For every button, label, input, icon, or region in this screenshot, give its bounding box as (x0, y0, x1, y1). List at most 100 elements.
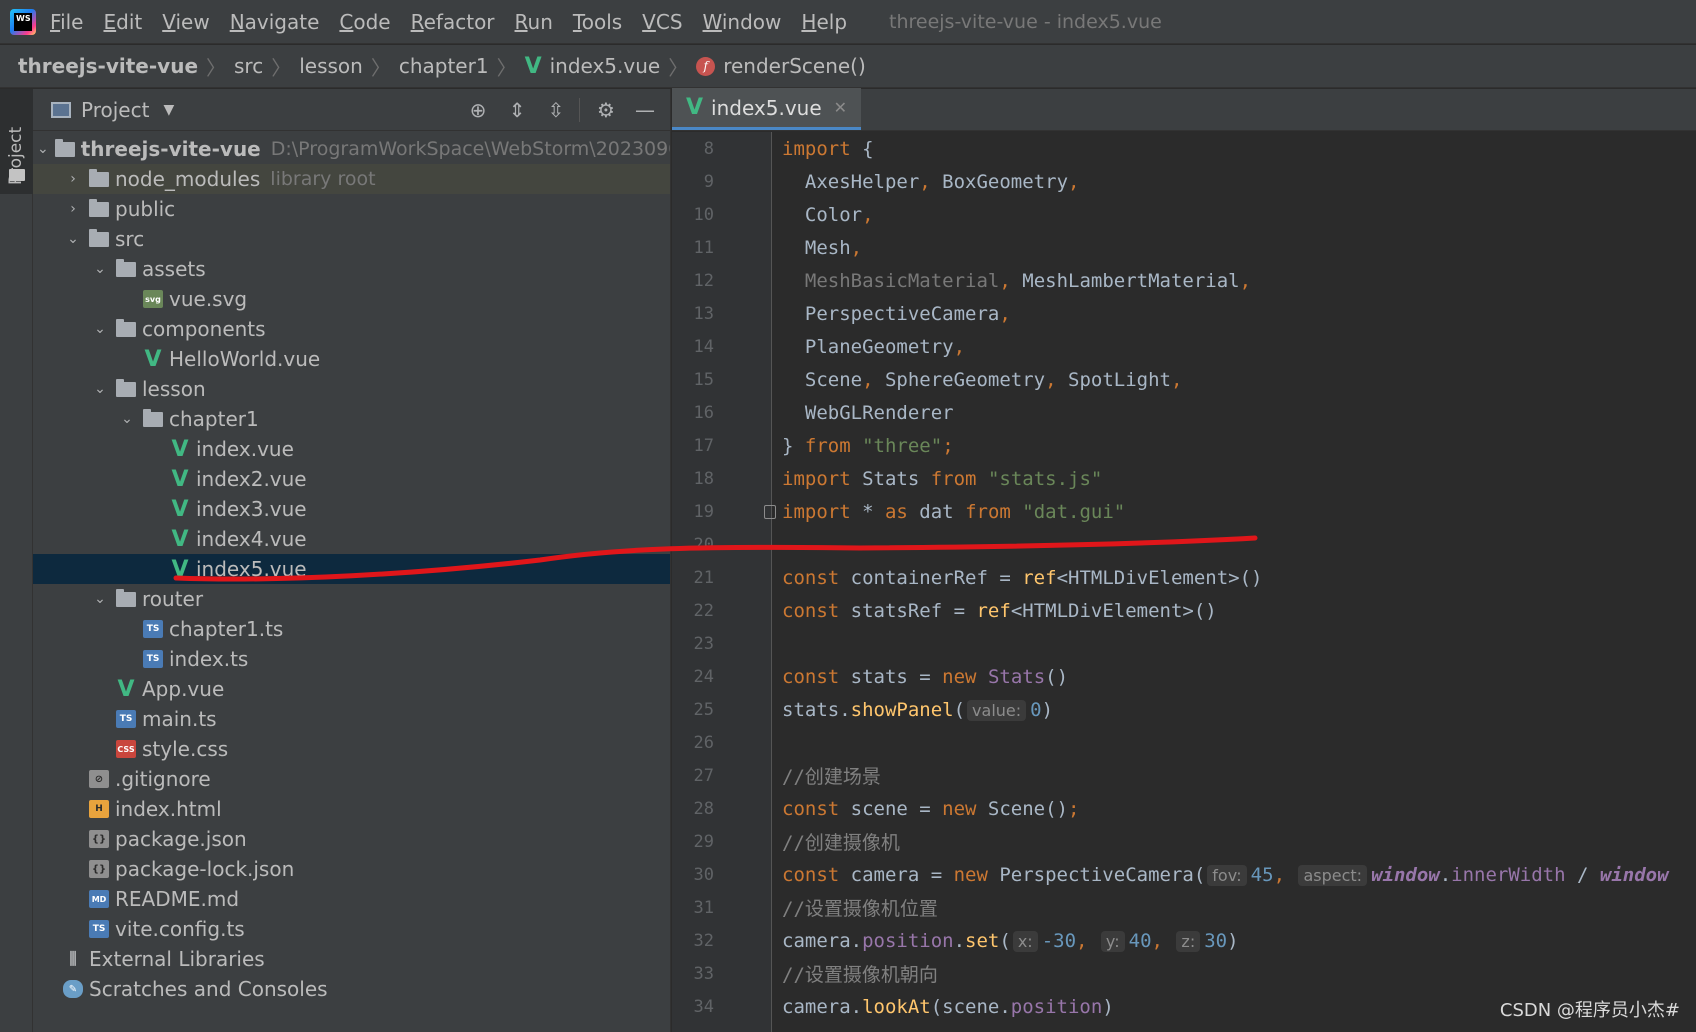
tree-row-root[interactable]: ⌄ threejs-vite-vue D:\ProgramWorkSpace\W… (33, 134, 670, 164)
tree-row-vue-svg[interactable]: svg vue.svg (33, 284, 670, 314)
tree-row-app-vue[interactable]: V App.vue (33, 674, 670, 704)
menu-file[interactable]: File (50, 10, 83, 34)
tree-row-chapter1-ts[interactable]: TS chapter1.ts (33, 614, 670, 644)
chevron-down-icon[interactable]: ⌄ (63, 231, 83, 247)
tree-row-src[interactable]: ⌄ src (33, 224, 670, 254)
tree-row-readme[interactable]: MD README.md (33, 884, 670, 914)
vue-file-icon: V (171, 436, 189, 462)
menu-code[interactable]: Code (339, 10, 390, 34)
chevron-down-icon[interactable]: ⌄ (90, 381, 110, 397)
editor-tab-index5-vue[interactable]: V index5.vue ✕ (672, 88, 862, 130)
code-line: 31//设置摄像机位置 (672, 891, 1696, 924)
menu-vcs[interactable]: VCS (642, 10, 682, 34)
chevron-down-icon[interactable]: ⌄ (90, 321, 110, 337)
tree-row-chapter1[interactable]: ⌄ chapter1 (33, 404, 670, 434)
code-comment: //创建摄像机 (782, 832, 900, 854)
vue-file-icon: V (686, 95, 704, 120)
menu-window[interactable]: Window (703, 10, 782, 34)
menu-help[interactable]: Help (801, 10, 847, 34)
code-line: 27//创建场景 (672, 759, 1696, 792)
chevron-right-icon[interactable]: › (63, 171, 83, 187)
code-line: 17} from "three"; (693, 434, 954, 457)
tree-row-vite-config[interactable]: TS vite.config.ts (33, 914, 670, 944)
menu-tools[interactable]: Tools (573, 10, 622, 34)
code-text: MeshBasicMaterial, MeshLambertMaterial, (804, 269, 1252, 292)
tree-row-index5-vue[interactable]: V index5.vue (33, 554, 670, 584)
tree-row-scratches[interactable]: ✎ Scratches and Consoles (33, 974, 670, 1004)
menu-navigate[interactable]: Navigate (230, 10, 320, 34)
code-line: 14 PlaneGeometry, (693, 335, 966, 358)
code-text: Scene, SphereGeometry, SpotLight, (782, 368, 1183, 391)
inlay-hint: z: (1176, 930, 1201, 952)
project-view-icon (51, 101, 71, 118)
window-title: threejs-vite-vue - index5.vue (889, 10, 1162, 33)
project-tool-tab[interactable]: Project (0, 89, 33, 194)
vue-file-icon: V (171, 496, 189, 522)
chevron-down-icon[interactable]: ⌄ (117, 411, 137, 427)
chevron-right-icon[interactable]: › (63, 201, 83, 217)
tree-row-main-ts[interactable]: TS main.ts (33, 704, 670, 734)
locate-file-icon[interactable]: ⊕ (465, 97, 491, 123)
menu-edit[interactable]: Edit (103, 10, 142, 34)
code-text: camera.position.set(x: -30, y: 40, z: 30) (782, 929, 1239, 952)
breadcrumb-file[interactable]: Vindex5.vue (525, 54, 661, 79)
tree-row-gitignore[interactable]: ⊘ .gitignore (33, 764, 670, 794)
code-line: 23 (693, 633, 714, 654)
gear-icon[interactable]: ⚙ (593, 97, 619, 123)
project-view-selector[interactable]: Project (81, 98, 149, 122)
breadcrumb-symbol[interactable]: f renderScene() (696, 54, 866, 78)
code-area[interactable]: 8 import { 9 AxesHelper, BoxGeometry, 10 … (672, 132, 1696, 1032)
tree-row-index3-vue[interactable]: V index3.vue (33, 494, 670, 524)
code-text: const statsRef = ref<HTMLDivElement>() (782, 599, 1217, 622)
breadcrumb-src[interactable]: src (234, 54, 263, 78)
tree-row-external-libraries[interactable]: ⫼ External Libraries (33, 944, 670, 974)
vue-file-icon: V (117, 676, 135, 702)
tree-row-helloworld[interactable]: V HelloWorld.vue (33, 344, 670, 374)
tree-row-index-ts[interactable]: TS index.ts (33, 644, 670, 674)
chevron-down-icon[interactable]: ⌄ (90, 591, 110, 607)
code-line: 9 AxesHelper, BoxGeometry, (703, 170, 1080, 193)
code-text: const containerRef = ref<HTMLDivElement>… (782, 566, 1263, 589)
code-line: 19 import * as dat from "dat.gui" (693, 500, 1126, 523)
code-line: 26 (693, 732, 714, 753)
folder-icon (116, 588, 136, 607)
tree-row-assets[interactable]: ⌄ assets (33, 254, 670, 284)
tree-row-index2-vue[interactable]: V index2.vue (33, 464, 670, 494)
tree-row-router[interactable]: ⌄ router (33, 584, 670, 614)
close-icon[interactable]: ✕ (834, 98, 847, 117)
tree-row-index4-vue[interactable]: V index4.vue (33, 524, 670, 554)
vue-file-icon: V (171, 466, 189, 492)
tree-row-package-json[interactable]: {} package.json (33, 824, 670, 854)
tree-row-components[interactable]: ⌄ components (33, 314, 670, 344)
hide-panel-icon[interactable]: — (632, 97, 658, 123)
tree-row-package-lock[interactable]: {} package-lock.json (33, 854, 670, 884)
fold-marker-icon[interactable] (764, 505, 776, 519)
tree-row-public[interactable]: › public (33, 194, 670, 224)
code-line: 24 const stats = new Stats() (693, 665, 1069, 688)
breadcrumb-lesson[interactable]: lesson (299, 54, 363, 78)
code-text: stats.showPanel(value: 0) (782, 698, 1054, 721)
tree-row-index-vue[interactable]: V index.vue (33, 434, 670, 464)
expand-all-icon[interactable]: ⇕ (504, 97, 530, 123)
breadcrumb-project[interactable]: threejs-vite-vue (18, 54, 198, 78)
menu-view[interactable]: View (162, 10, 209, 34)
code-line: 12 MeshBasicMaterial, MeshLambertMateria… (693, 269, 1252, 292)
chevron-down-icon[interactable]: ▼ (163, 102, 174, 118)
webstorm-logo-icon: WS (10, 8, 36, 35)
menu-run[interactable]: Run (515, 10, 553, 34)
tree-row-lesson[interactable]: ⌄ lesson (33, 374, 670, 404)
chevron-down-icon[interactable]: ⌄ (90, 261, 110, 277)
tree-row-style-css[interactable]: CSS style.css (33, 734, 670, 764)
chevron-right-icon: 〉 (271, 55, 292, 80)
code-text: WebGLRenderer (782, 401, 954, 424)
tree-row-index-html[interactable]: H index.html (33, 794, 670, 824)
code-line: 13 PerspectiveCamera, (693, 302, 1011, 325)
breadcrumb-chapter1[interactable]: chapter1 (399, 54, 489, 78)
chevron-down-icon[interactable]: ⌄ (37, 141, 49, 157)
tree-row-node-modules[interactable]: › node_modules library root (33, 164, 670, 194)
code-text: Color, (782, 203, 874, 226)
collapse-all-icon[interactable]: ⇳ (543, 97, 569, 123)
inlay-hint: x: (1012, 930, 1038, 952)
menu-refactor[interactable]: Refactor (411, 10, 495, 34)
code-line: 22 const statsRef = ref<HTMLDivElement>() (693, 599, 1217, 622)
